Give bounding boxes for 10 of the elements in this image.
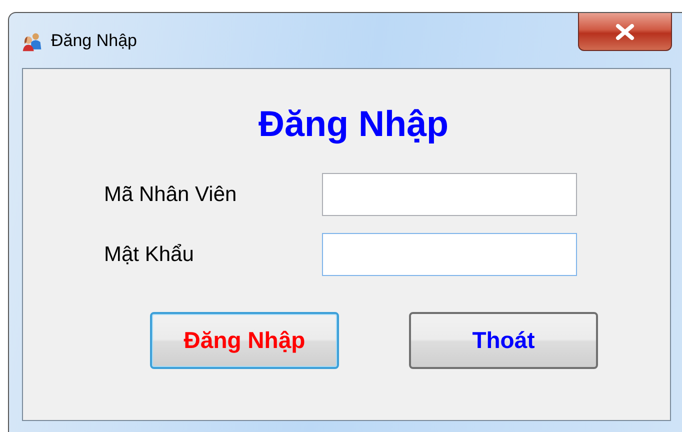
window-title: Đăng Nhập [51,31,138,51]
close-button[interactable] [578,13,672,51]
users-icon [21,31,43,53]
field-label: Mã Nhân Viên [104,182,237,206]
input-field[interactable] [322,173,577,216]
form-heading: Đăng Nhập [258,103,448,145]
field-label: Mật Khẩu [104,242,194,266]
exit-button[interactable]: Thoát [409,312,598,369]
close-icon [615,24,635,40]
input-field[interactable] [322,233,577,276]
